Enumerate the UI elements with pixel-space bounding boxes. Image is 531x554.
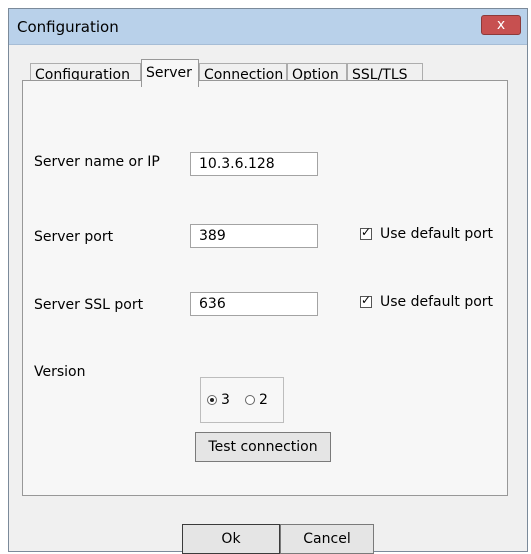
- server-port-default-checkbox[interactable]: Use default port: [360, 225, 493, 242]
- server-port-label: Server port: [34, 229, 114, 245]
- version-2-radio[interactable]: 2: [245, 392, 268, 408]
- cancel-button[interactable]: Cancel: [280, 524, 374, 554]
- server-name-input[interactable]: 10.3.6.128: [190, 152, 318, 176]
- window-title: Configuration: [17, 18, 119, 36]
- server-port-input[interactable]: 389: [190, 224, 318, 248]
- close-button[interactable]: x: [481, 15, 521, 35]
- version-radio-group: 3 2: [200, 377, 284, 423]
- test-connection-button[interactable]: Test connection: [195, 432, 331, 462]
- version-3-radio[interactable]: 3: [207, 392, 230, 408]
- close-icon: x: [496, 17, 506, 33]
- title-bar: Configuration x: [9, 9, 527, 45]
- tab-server[interactable]: Server: [141, 59, 199, 87]
- server-name-label: Server name or IP: [34, 154, 160, 170]
- checkbox-checked-icon: [360, 293, 372, 308]
- radio-selected-icon: [207, 395, 217, 405]
- version-label: Version: [34, 364, 86, 380]
- server-ssl-port-label: Server SSL port: [34, 297, 144, 313]
- server-ssl-port-input[interactable]: 636: [190, 292, 318, 316]
- checkbox-checked-icon: [360, 225, 372, 240]
- server-ssl-port-default-checkbox[interactable]: Use default port: [360, 293, 493, 310]
- radio-unselected-icon: [245, 395, 255, 405]
- ok-button[interactable]: Ok: [182, 524, 280, 554]
